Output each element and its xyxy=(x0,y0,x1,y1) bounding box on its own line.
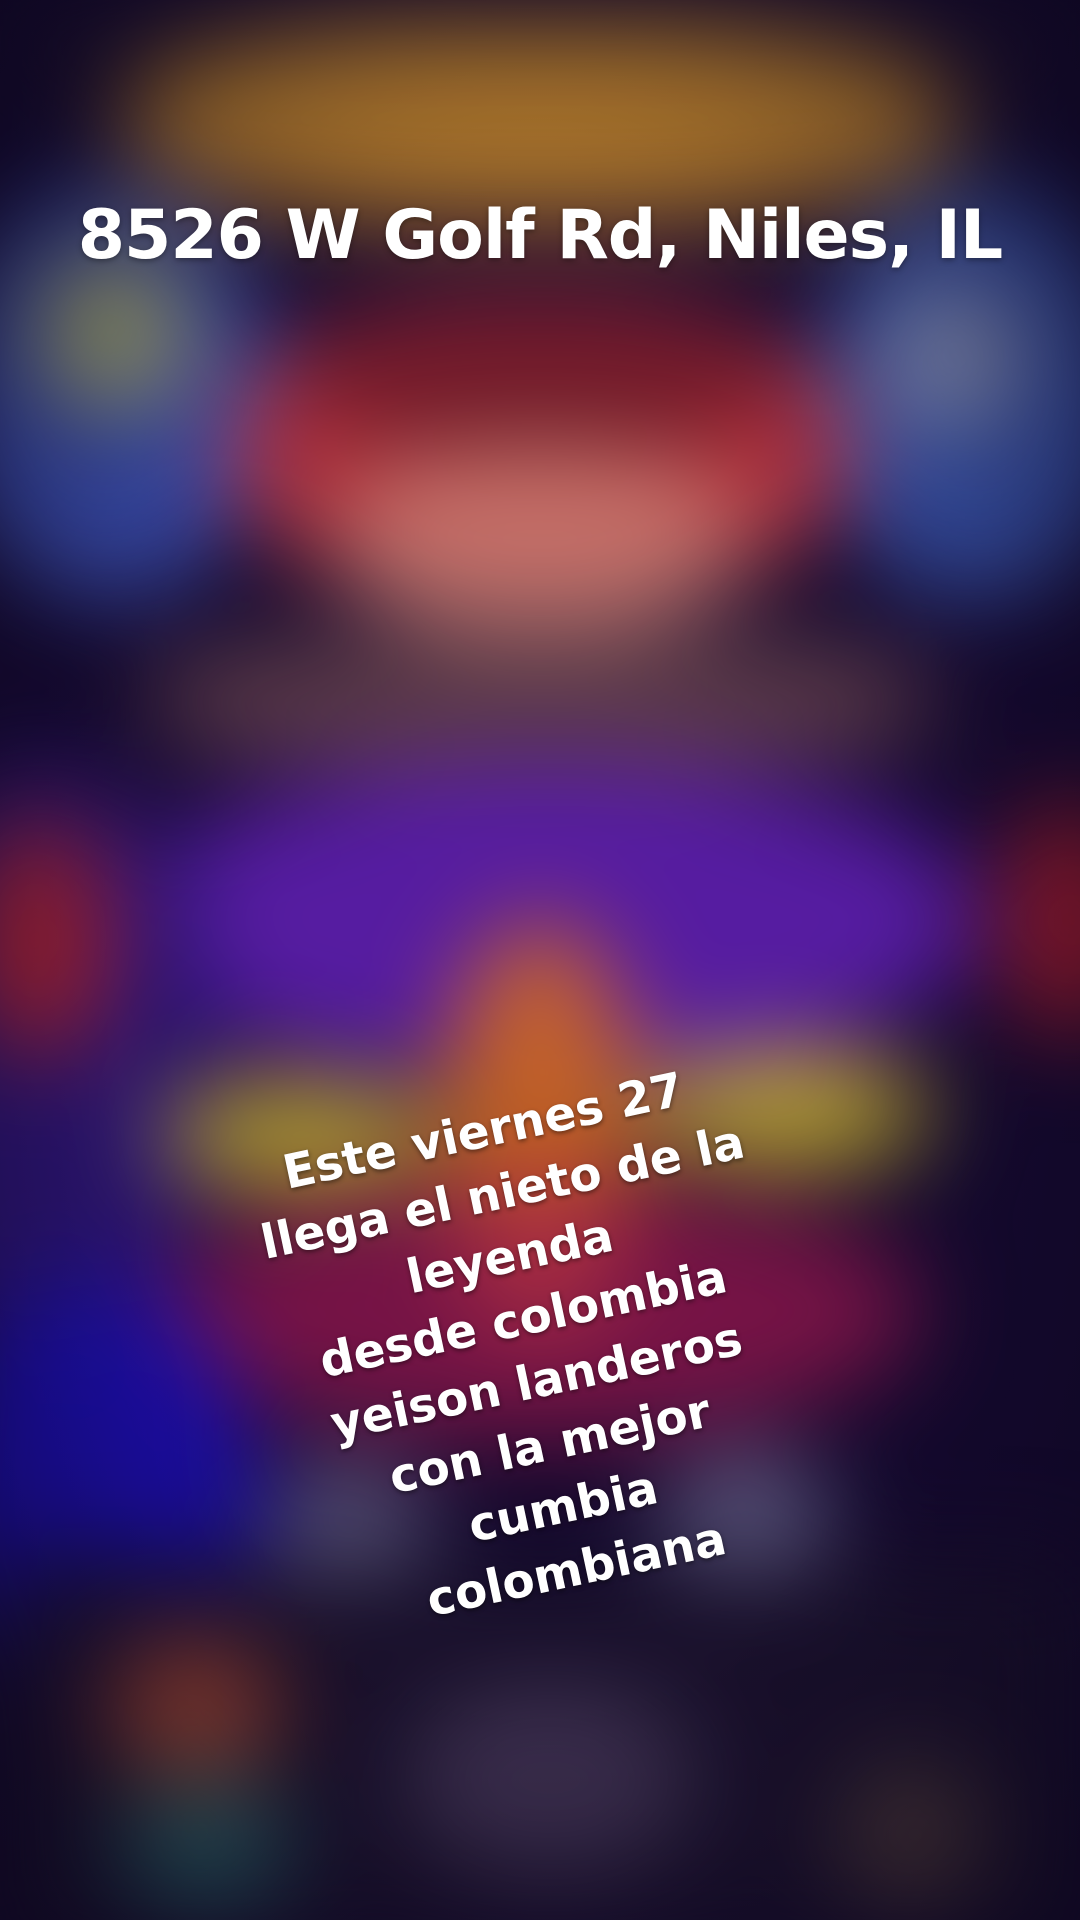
address-text-overlay[interactable]: 8526 W Golf Rd, Niles, IL xyxy=(0,196,1080,275)
story-screen: 8526 W Golf Rd, Niles, IL Este viernes 2… xyxy=(0,0,1080,1920)
vignette-overlay xyxy=(0,0,1080,1920)
event-caption-text-overlay[interactable]: Este viernes 27 llega el nieto de la ley… xyxy=(242,1051,818,1652)
